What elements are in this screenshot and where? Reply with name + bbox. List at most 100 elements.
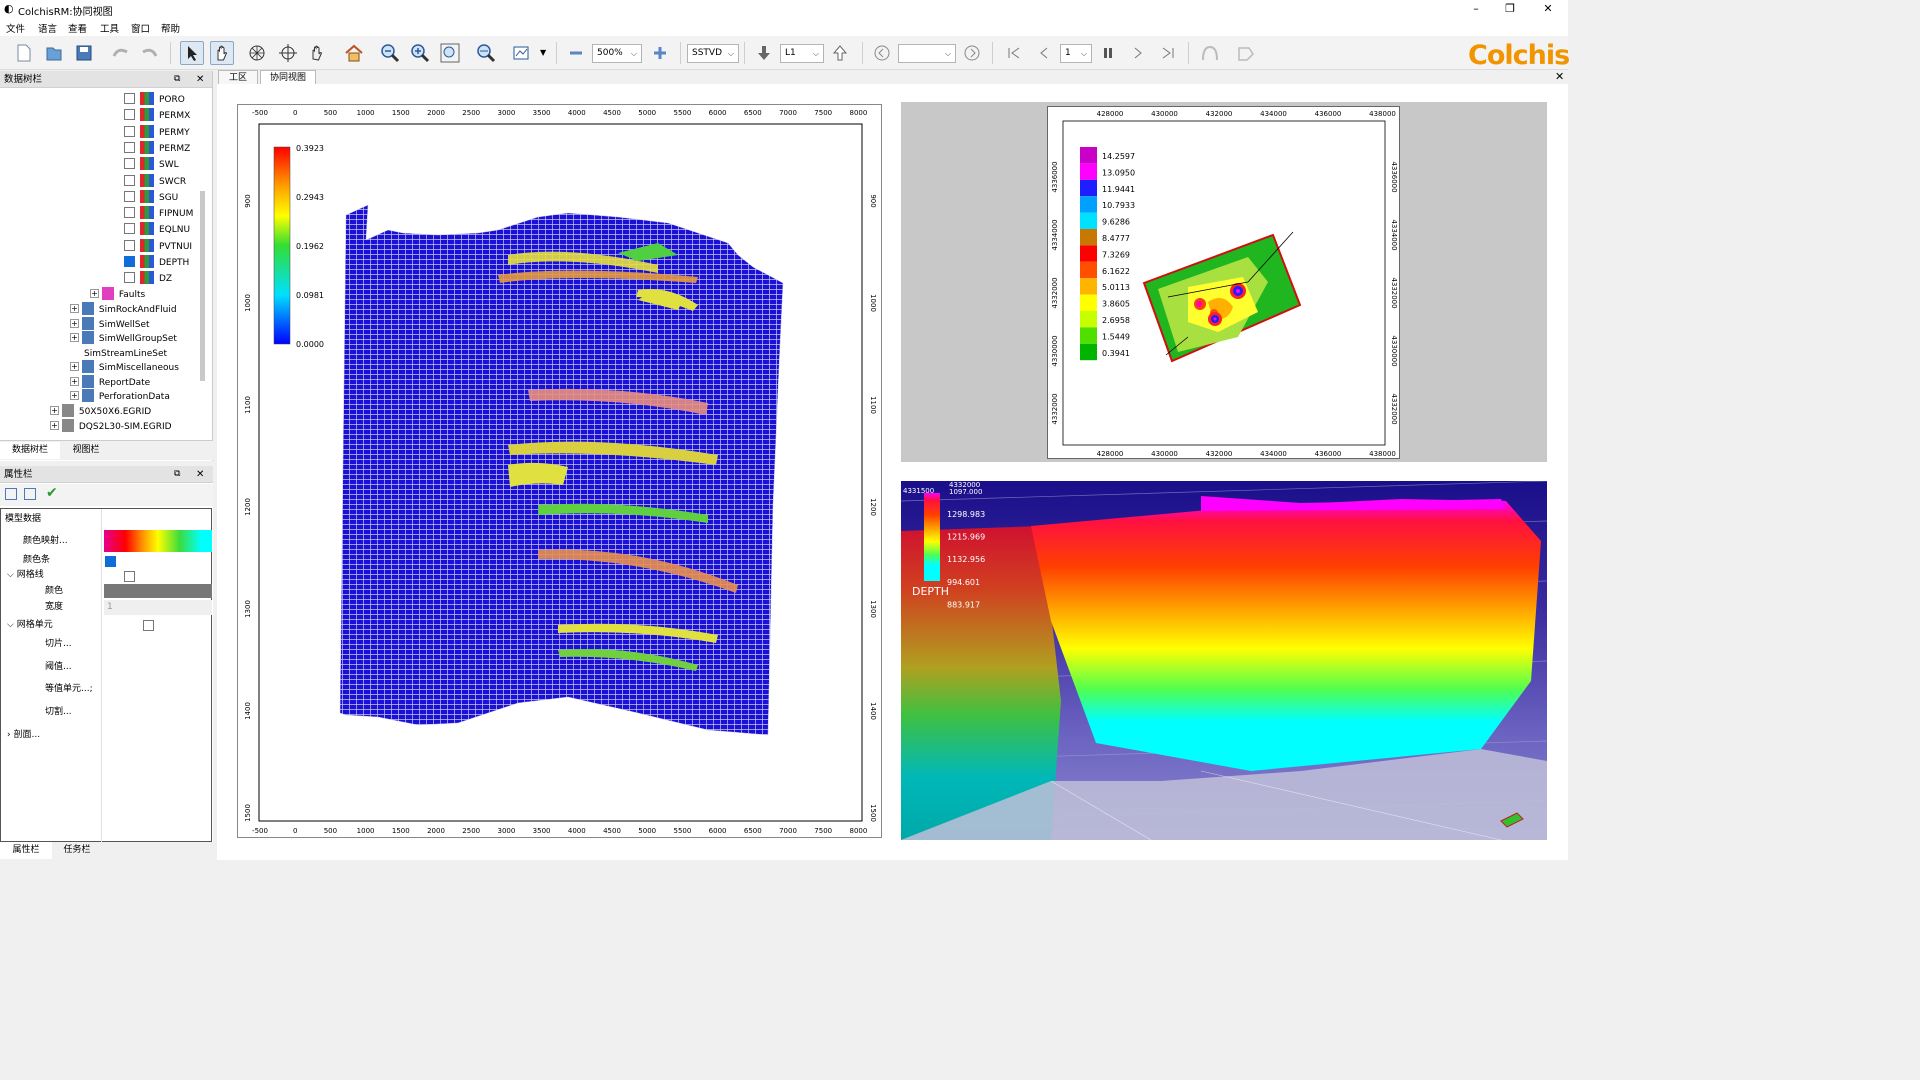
expand-icon[interactable]: + <box>70 362 79 371</box>
zoom-box-icon[interactable] <box>438 41 462 65</box>
tree-checkbox[interactable] <box>124 272 135 284</box>
zoom-out-icon[interactable] <box>378 41 402 65</box>
tab-view[interactable]: 视图栏 <box>60 442 112 459</box>
tree-item-dz[interactable]: DZ <box>124 271 172 287</box>
slice-item[interactable]: 切片... <box>45 636 72 652</box>
menu-language[interactable]: 语言 <box>38 21 57 35</box>
layer-down-icon[interactable] <box>752 41 776 65</box>
zoom-plus-icon[interactable] <box>648 41 672 65</box>
3d-view[interactable]: 1298.983 1215.969 1132.956 994.601 883.917 43… <box>901 481 1547 840</box>
new-file-icon[interactable] <box>12 41 36 65</box>
gridline-color-swatch[interactable] <box>104 584 212 598</box>
tab-tasks[interactable]: 任务栏 <box>52 842 102 859</box>
tree-item-swcr[interactable]: SWCR <box>124 173 186 190</box>
expand-icon[interactable]: + <box>70 319 79 328</box>
grid-pick-icon[interactable] <box>245 41 269 65</box>
edit-icon[interactable] <box>24 488 36 500</box>
tree-checkbox[interactable] <box>124 256 135 267</box>
zoom-fit-icon[interactable] <box>474 41 498 65</box>
zoom-minus-icon[interactable] <box>564 41 588 65</box>
tree-group-simrockandfluid[interactable]: + SimRockAndFluid <box>70 302 177 318</box>
tree-checkbox[interactable] <box>124 190 135 202</box>
tree-group-simwellgroupset[interactable]: + SimWellGroupSet <box>70 331 177 347</box>
select-pointer-icon[interactable] <box>180 41 204 65</box>
section-view[interactable]: -500 0 500 1000 1500 2000 2500 3000 3500 4000 4500… <box>237 104 882 838</box>
tree-checkbox[interactable] <box>124 207 135 219</box>
next-step-icon[interactable] <box>1126 41 1150 65</box>
tree-item-permz[interactable]: PERMZ <box>124 140 190 157</box>
tree-item-swl[interactable]: SWL <box>124 157 179 173</box>
tree-item-permy[interactable]: PERMY <box>124 124 190 141</box>
pause-icon[interactable] <box>1096 41 1120 65</box>
tree-group-faults[interactable]: + Faults <box>90 287 145 303</box>
iso-cell-item[interactable]: 等值单元...; <box>45 681 93 697</box>
tree-item-sgu[interactable]: SGU <box>124 189 178 206</box>
collapse-icon[interactable]: ⌵ <box>7 620 17 630</box>
tab-data-tree[interactable]: 数据树栏 <box>0 442 60 459</box>
next-circle-icon[interactable] <box>960 41 984 65</box>
close-icon[interactable]: ✕ <box>196 71 204 88</box>
tree-checkbox[interactable] <box>124 239 135 251</box>
tree-checkbox[interactable] <box>124 125 135 137</box>
tree-checkbox[interactable] <box>124 158 135 170</box>
pan-hand-icon[interactable] <box>210 41 234 65</box>
gridline-checkbox[interactable] <box>124 571 136 582</box>
save-icon[interactable] <box>72 41 96 65</box>
menu-help[interactable]: 帮助 <box>161 21 180 35</box>
redo-icon[interactable] <box>138 41 162 65</box>
expand-icon[interactable]: + <box>70 333 79 342</box>
chart-link-icon[interactable] <box>510 41 534 65</box>
tab-collab-view[interactable]: 协同视图 <box>260 70 316 84</box>
prev-circle-icon[interactable] <box>870 41 894 65</box>
expand-icon[interactable]: + <box>90 289 99 298</box>
tree-checkbox[interactable] <box>124 223 135 235</box>
tree-item-depth[interactable]: DEPTH <box>124 255 189 271</box>
expand-icon[interactable]: + <box>70 377 79 386</box>
curve-tool-icon[interactable] <box>1198 41 1222 65</box>
menu-view[interactable]: 查看 <box>68 21 87 35</box>
tree-checkbox[interactable] <box>124 174 135 186</box>
cut-item[interactable]: 切割... <box>45 704 72 720</box>
expand-icon[interactable]: + <box>50 406 59 415</box>
close-view-icon[interactable]: ✕ <box>1555 70 1564 83</box>
grab-hand-icon[interactable] <box>306 41 330 65</box>
tree-checkbox[interactable] <box>124 109 135 121</box>
menu-file[interactable]: 文件 <box>6 21 25 35</box>
tab-work-area[interactable]: 工区 <box>218 70 258 84</box>
close-icon[interactable]: ✕ <box>196 466 204 483</box>
tree-checkbox[interactable] <box>124 141 135 153</box>
profile-item[interactable]: › 剖面... <box>7 727 40 743</box>
maximize-button[interactable]: ❐ <box>1492 1 1528 17</box>
cell-checkbox[interactable] <box>143 620 155 631</box>
polygon-tool-icon[interactable] <box>1234 41 1258 65</box>
close-button[interactable]: ✕ <box>1530 1 1566 17</box>
undo-icon[interactable] <box>108 41 132 65</box>
save-icon[interactable] <box>5 488 17 500</box>
tree-item-fipnum[interactable]: FIPNUM <box>124 206 193 222</box>
tree-group-perforationdata[interactable]: + PerforationData <box>70 389 170 405</box>
tree-item-eqlnu[interactable]: EQLNU <box>124 222 190 238</box>
page-select[interactable]: ⌵ <box>898 44 956 63</box>
tree-item-poro[interactable]: PORO <box>124 92 185 108</box>
last-step-icon[interactable] <box>1156 41 1180 65</box>
tree-item-pvtnui[interactable]: PVTNUI <box>124 238 192 255</box>
zoom-in-icon[interactable] <box>408 41 432 65</box>
threshold-item[interactable]: 阈值... <box>45 659 72 675</box>
tree-group-dqs2l30-sim-egrid[interactable]: + DQS2L30-SIM.EGRID <box>50 419 172 435</box>
tab-property[interactable]: 属性栏 <box>0 842 52 859</box>
depth-mode-select[interactable]: SSTVD ⌵ <box>687 44 739 63</box>
map-view[interactable]: 14.2597 13.0950 11.9441 10.7933 9.6286 8.4777… <box>901 102 1547 462</box>
float-icon[interactable]: ⧉ <box>174 71 180 88</box>
expand-icon[interactable]: + <box>70 304 79 313</box>
chevron-down-icon[interactable]: ▼ <box>540 48 546 57</box>
collapse-icon[interactable]: ⌵ <box>7 570 17 580</box>
zoom-level-select[interactable]: 500% ⌵ <box>592 44 642 63</box>
layer-select[interactable]: L1 ⌵ <box>780 44 824 63</box>
tree-checkbox[interactable] <box>124 93 135 104</box>
home-icon[interactable] <box>342 41 366 65</box>
step-select[interactable]: 1 ⌵ <box>1060 44 1092 63</box>
tree-scrollbar[interactable] <box>200 191 205 381</box>
first-step-icon[interactable] <box>1002 41 1026 65</box>
prev-step-icon[interactable] <box>1032 41 1056 65</box>
float-icon[interactable]: ⧉ <box>174 466 180 483</box>
